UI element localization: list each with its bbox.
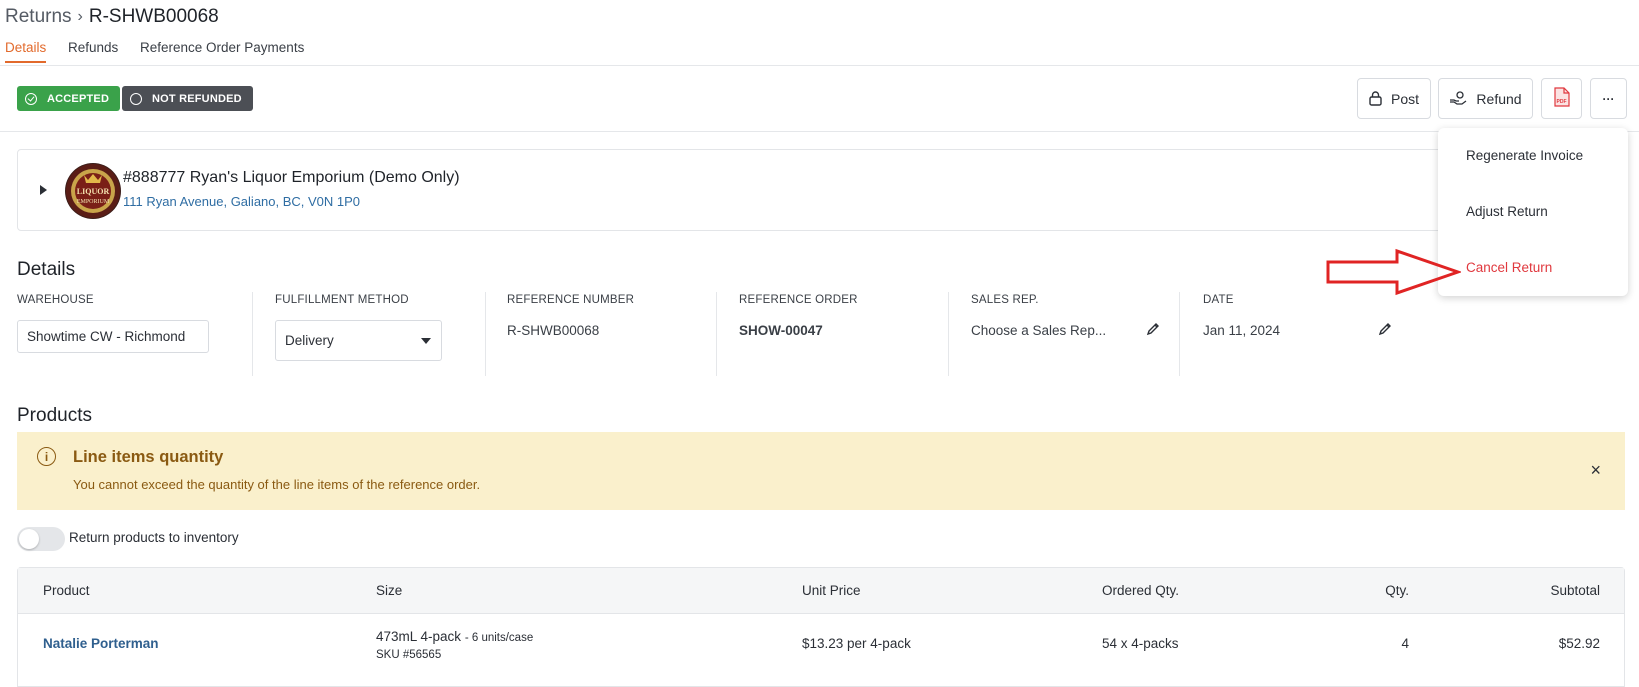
- fulfillment-method-select[interactable]: Delivery: [275, 320, 442, 361]
- column-header-ordered-qty[interactable]: Ordered Qty.: [1102, 583, 1179, 598]
- product-sku: SKU #56565: [376, 649, 442, 661]
- reference-number-value: R-SHWB00068: [507, 323, 600, 338]
- sales-rep-label: SALES REP.: [971, 294, 1039, 306]
- breadcrumb-returns-link[interactable]: Returns: [5, 6, 72, 28]
- ordered-qty: 54 x 4-packs: [1102, 636, 1179, 651]
- menu-item-regenerate-invoice[interactable]: Regenerate Invoice: [1466, 148, 1583, 163]
- ellipsis-icon: ···: [1602, 91, 1615, 106]
- return-to-inventory-label: Return products to inventory: [69, 530, 239, 545]
- product-name-link[interactable]: Natalie Porterman: [43, 636, 159, 651]
- tab-reference-order-payments[interactable]: Reference Order Payments: [140, 40, 304, 61]
- more-actions-menu: Regenerate Invoice Adjust Return Cancel …: [1438, 128, 1628, 296]
- line-items-quantity-alert: i Line items quantity You cannot exceed …: [17, 432, 1625, 510]
- field-divider: [948, 292, 949, 376]
- details-section-title: Details: [17, 259, 76, 280]
- post-button[interactable]: Post: [1357, 78, 1431, 119]
- sales-rep-field: SALES REP. Choose a Sales Rep...: [971, 294, 1171, 374]
- line-subtotal: $52.92: [1558, 636, 1600, 651]
- pdf-icon-text: PDF: [1556, 99, 1566, 105]
- reference-number-field: REFERENCE NUMBER R-SHWB00068: [507, 294, 707, 374]
- svg-text:LIQUOR: LIQUOR: [77, 187, 110, 196]
- warehouse-value: Showtime CW - Richmond: [27, 329, 186, 344]
- alert-message: You cannot exceed the quantity of the li…: [73, 477, 481, 492]
- reference-order-field: REFERENCE ORDER SHOW-00047: [739, 294, 939, 374]
- return-qty[interactable]: 4: [1401, 636, 1409, 651]
- action-toolbar: ACCEPTED NOT REFUNDED Post Refund PDF ··…: [0, 66, 1639, 132]
- customer-logo: LIQUOR EMPORIUM: [65, 163, 121, 219]
- date-value: Jan 11, 2024: [1203, 323, 1281, 338]
- column-header-size[interactable]: Size: [376, 583, 402, 598]
- edit-date-pencil-icon[interactable]: [1378, 322, 1392, 341]
- customer-name: #888777 Ryan's Liquor Emporium (Demo Onl…: [123, 169, 460, 186]
- reference-order-link[interactable]: SHOW-00047: [739, 323, 939, 338]
- edit-sales-rep-pencil-icon[interactable]: [1146, 322, 1160, 341]
- column-header-subtotal[interactable]: Subtotal: [1550, 583, 1600, 598]
- page-title: R-SHWB00068: [88, 6, 219, 27]
- fulfillment-method-label: FULFILLMENT METHOD: [275, 294, 409, 306]
- caret-down-icon: [421, 338, 431, 344]
- sales-rep-placeholder[interactable]: Choose a Sales Rep...: [971, 323, 1171, 338]
- close-icon[interactable]: ×: [1590, 460, 1601, 481]
- unit-price: $13.23 per 4-pack: [802, 636, 911, 651]
- toggle-knob: [19, 529, 39, 549]
- pdf-download-button[interactable]: PDF: [1541, 78, 1582, 119]
- warehouse-label: WAREHOUSE: [17, 294, 94, 306]
- refund-button[interactable]: Refund: [1438, 78, 1533, 119]
- alert-title: Line items quantity: [73, 448, 224, 466]
- info-icon: i: [37, 447, 56, 466]
- check-circle-icon: [25, 92, 37, 105]
- svg-text:EMPORIUM: EMPORIUM: [77, 199, 110, 205]
- reference-number-label: REFERENCE NUMBER: [507, 294, 635, 306]
- annotation-arrow-icon: [1326, 248, 1461, 296]
- products-section-title: Products: [17, 405, 92, 426]
- product-size: 473mL 4-pack - 6 units/case: [376, 629, 533, 644]
- field-divider: [252, 292, 253, 376]
- tab-details[interactable]: Details: [5, 40, 47, 63]
- menu-item-adjust-return[interactable]: Adjust Return: [1466, 204, 1548, 219]
- status-badge-accepted: ACCEPTED: [17, 86, 121, 111]
- tab-bar: Details Refunds Reference Order Payments: [0, 38, 1639, 66]
- return-to-inventory-toggle[interactable]: [17, 527, 65, 551]
- fulfillment-method-value: Delivery: [285, 333, 334, 348]
- status-badge-label: ACCEPTED: [47, 92, 110, 105]
- customer-address: 111 Ryan Avenue, Galiano, BC, V0N 1P0: [123, 194, 361, 209]
- field-divider: [485, 292, 486, 376]
- column-header-qty[interactable]: Qty.: [1385, 583, 1409, 598]
- chevron-right-icon: ›: [77, 8, 83, 25]
- field-divider: [1179, 292, 1180, 376]
- tab-refunds[interactable]: Refunds: [68, 40, 118, 61]
- warehouse-select[interactable]: Showtime CW - Richmond: [17, 320, 209, 353]
- customer-card: LIQUOR EMPORIUM #888777 Ryan's Liquor Em…: [17, 149, 1477, 231]
- refund-button-label: Refund: [1476, 90, 1522, 107]
- reference-order-label: REFERENCE ORDER: [739, 294, 858, 306]
- hand-coin-icon: [1449, 91, 1467, 106]
- column-header-unit-price[interactable]: Unit Price: [802, 583, 861, 598]
- column-header-product[interactable]: Product: [43, 583, 90, 598]
- breadcrumb: Returns › R-SHWB00068: [5, 6, 219, 28]
- product-size-value: 473mL 4-pack: [376, 629, 462, 644]
- expand-caret-icon[interactable]: [40, 185, 47, 195]
- table-header: Product Size Unit Price Ordered Qty. Qty…: [18, 568, 1624, 614]
- menu-item-cancel-return[interactable]: Cancel Return: [1466, 260, 1552, 275]
- pdf-file-icon: PDF: [1553, 87, 1570, 110]
- field-divider: [716, 292, 717, 376]
- lock-icon: [1369, 91, 1382, 106]
- circle-icon: [130, 92, 142, 105]
- more-actions-button[interactable]: ···: [1590, 78, 1627, 119]
- date-field: DATE Jan 11, 2024: [1203, 294, 1403, 374]
- status-badge-not-refunded: NOT REFUNDED: [122, 86, 253, 111]
- post-button-label: Post: [1390, 90, 1419, 107]
- product-units: - 6 units/case: [464, 632, 534, 644]
- products-table: Product Size Unit Price Ordered Qty. Qty…: [17, 567, 1625, 687]
- status-badge-label: NOT REFUNDED: [152, 92, 242, 105]
